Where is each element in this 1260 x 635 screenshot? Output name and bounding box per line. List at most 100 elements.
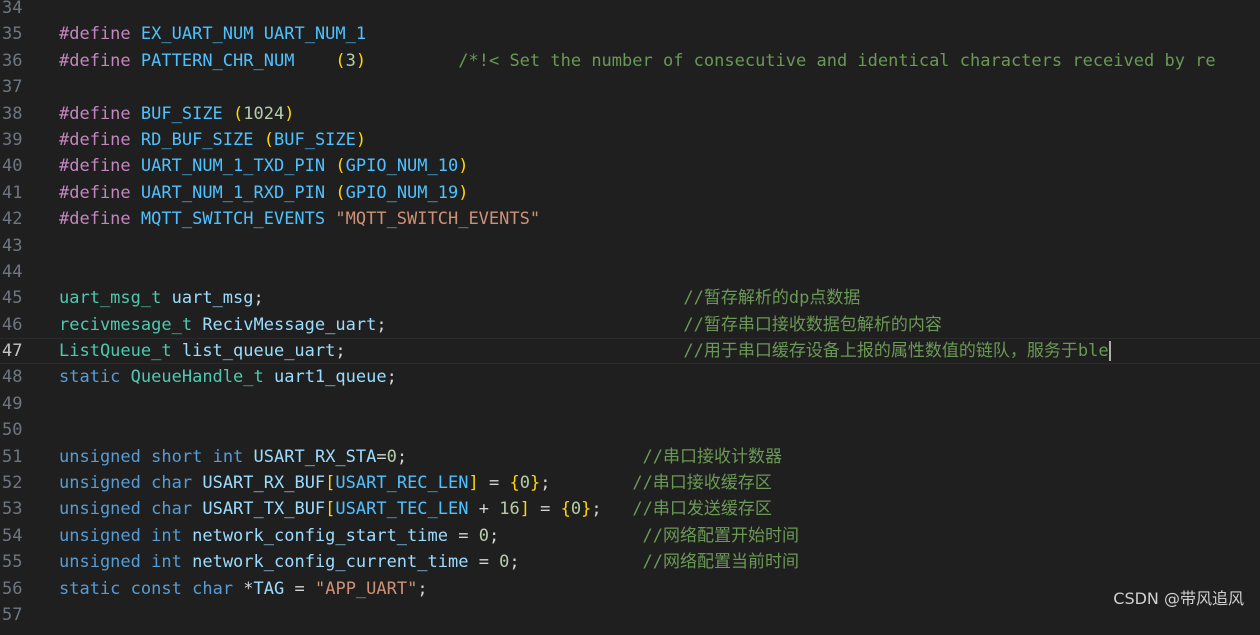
code-token: 16 bbox=[499, 499, 520, 520]
code-token: TAG bbox=[253, 578, 285, 599]
code-token: ; bbox=[509, 552, 643, 573]
code-token: + bbox=[468, 499, 500, 520]
code-token: //用于串口缓存设备上报的属性数值的链队，服务于ble bbox=[683, 341, 1109, 362]
code-token: USART_RX_STA bbox=[253, 446, 377, 467]
code-line-40[interactable]: 40 #define UART_NUM_1_TXD_PIN (GPIO_NUM_1… bbox=[0, 153, 1260, 179]
code-token: int bbox=[212, 446, 244, 467]
code-line-42[interactable]: 42 #define MQTT_SWITCH_EVENTS "MQTT_SWITC… bbox=[0, 206, 1260, 232]
code-token: ListQueue_t bbox=[59, 341, 172, 362]
code-token: = bbox=[468, 552, 500, 573]
code-text[interactable]: unsigned char USART_RX_BUF[USART_REC_LEN… bbox=[59, 470, 1260, 496]
code-line-37[interactable]: 37 bbox=[0, 74, 1260, 100]
code-token: BUF_SIZE bbox=[274, 129, 356, 150]
code-token: = bbox=[529, 499, 561, 520]
code-text[interactable]: unsigned int network_config_start_time =… bbox=[59, 523, 1260, 549]
code-line-56[interactable]: 56 static const char *TAG = "APP_UART"; bbox=[0, 576, 1260, 602]
code-token: list_queue_uart bbox=[181, 341, 336, 362]
code-text[interactable]: recivmesage_t RecivMessage_uart; //暂存串口接… bbox=[59, 312, 1260, 338]
code-token: ) bbox=[458, 182, 469, 203]
code-text[interactable]: #define EX_UART_NUM UART_NUM_1 bbox=[59, 21, 1260, 47]
code-token: #define bbox=[59, 24, 131, 45]
code-line-55[interactable]: 55 unsigned int network_config_current_ti… bbox=[0, 549, 1260, 575]
code-line-36[interactable]: 36 #define PATTERN_CHR_NUM (3) /*!< Set t… bbox=[0, 48, 1260, 74]
code-text[interactable]: static const char *TAG = "APP_UART"; bbox=[59, 576, 1260, 602]
line-number: 48 bbox=[2, 367, 23, 388]
code-editor[interactable]: 34 35 #define EX_UART_NUM UART_NUM_1 36 #def… bbox=[0, 0, 1260, 635]
code-token: = bbox=[447, 525, 479, 546]
line-number: 56 bbox=[2, 578, 23, 599]
code-token: ) bbox=[458, 156, 469, 177]
line-number: 41 bbox=[2, 182, 23, 203]
code-text[interactable]: unsigned char USART_TX_BUF[USART_TEC_LEN… bbox=[59, 496, 1260, 522]
code-token: //暂存解析的dp点数据 bbox=[683, 288, 861, 309]
code-token: static bbox=[59, 578, 121, 599]
code-line-46[interactable]: 46 recivmesage_t RecivMessage_uart; //暂存串… bbox=[0, 312, 1260, 338]
code-line-45[interactable]: 45 uart_msg_t uart_msg; //暂存解析的dp点数据 bbox=[0, 285, 1260, 311]
code-token: UART_NUM_1_TXD_PIN bbox=[140, 156, 326, 177]
code-token: [ bbox=[325, 499, 336, 520]
code-token: 0 bbox=[570, 499, 582, 520]
code-token: ; bbox=[591, 499, 633, 520]
code-token: uart_msg_t bbox=[59, 288, 162, 309]
code-line-53[interactable]: 53 unsigned char USART_TX_BUF[USART_TEC_L… bbox=[0, 496, 1260, 522]
code-token: const bbox=[130, 578, 182, 599]
code-token: ( bbox=[335, 182, 346, 203]
code-token: #define bbox=[59, 50, 131, 71]
code-token: ; bbox=[396, 446, 643, 467]
code-token: EX_UART_NUM bbox=[140, 24, 254, 45]
code-text[interactable]: #define UART_NUM_1_RXD_PIN (GPIO_NUM_19) bbox=[59, 180, 1260, 206]
code-line-51[interactable]: 51 unsigned short int USART_RX_STA=0; //串… bbox=[0, 444, 1260, 470]
code-line-43[interactable]: 43 bbox=[0, 233, 1260, 259]
code-token: "MQTT_SWITCH_EVENTS" bbox=[335, 209, 541, 230]
code-text[interactable]: #define PATTERN_CHR_NUM (3) /*!< Set the… bbox=[59, 48, 1260, 74]
code-line-35[interactable]: 35 #define EX_UART_NUM UART_NUM_1 bbox=[0, 21, 1260, 47]
code-text[interactable]: ListQueue_t list_queue_uart; //用于串口缓存设备上… bbox=[59, 339, 1260, 363]
code-token: #define bbox=[59, 209, 131, 230]
code-text[interactable]: #define MQTT_SWITCH_EVENTS "MQTT_SWITCH_… bbox=[59, 206, 1260, 232]
line-number: 47 bbox=[2, 341, 23, 362]
code-line-47[interactable]: 47 ListQueue_t list_queue_uart; //用于串口缓存设… bbox=[0, 338, 1260, 365]
code-line-49[interactable]: 49 bbox=[0, 391, 1260, 417]
line-number: 38 bbox=[2, 103, 23, 124]
line-number: 37 bbox=[2, 77, 23, 98]
code-token: network_config_start_time bbox=[192, 525, 448, 546]
code-text[interactable]: uart_msg_t uart_msg; //暂存解析的dp点数据 bbox=[59, 285, 1260, 311]
code-line-41[interactable]: 41 #define UART_NUM_1_RXD_PIN (GPIO_NUM_1… bbox=[0, 180, 1260, 206]
code-line-44[interactable]: 44 bbox=[0, 259, 1260, 285]
code-line-50[interactable]: 50 bbox=[0, 417, 1260, 443]
code-token: #define bbox=[59, 156, 131, 177]
code-line-38[interactable]: 38 #define BUF_SIZE (1024) bbox=[0, 101, 1260, 127]
code-token: int bbox=[151, 552, 182, 573]
code-text[interactable]: static QueueHandle_t uart1_queue; bbox=[59, 364, 1260, 390]
code-token: USART_TEC_LEN bbox=[335, 499, 469, 520]
code-line-52[interactable]: 52 unsigned char USART_RX_BUF[USART_REC_L… bbox=[0, 470, 1260, 496]
code-line-54[interactable]: 54 unsigned int network_config_start_time… bbox=[0, 523, 1260, 549]
code-text[interactable]: #define BUF_SIZE (1024) bbox=[59, 101, 1260, 127]
code-text[interactable]: unsigned int network_config_current_time… bbox=[59, 549, 1260, 575]
line-number: 54 bbox=[2, 525, 23, 546]
code-text[interactable]: #define RD_BUF_SIZE (BUF_SIZE) bbox=[59, 127, 1260, 153]
code-line-34[interactable]: 34 bbox=[0, 0, 1260, 21]
line-number: 39 bbox=[2, 129, 23, 150]
code-line-48[interactable]: 48 static QueueHandle_t uart1_queue; bbox=[0, 364, 1260, 390]
code-text[interactable]: unsigned short int USART_RX_STA=0; //串口接… bbox=[59, 444, 1260, 470]
code-token: int bbox=[151, 525, 182, 546]
code-line-57[interactable]: 57 bbox=[0, 602, 1260, 628]
code-text[interactable]: #define UART_NUM_1_TXD_PIN (GPIO_NUM_10) bbox=[59, 153, 1260, 179]
code-line-39[interactable]: 39 #define RD_BUF_SIZE (BUF_SIZE) bbox=[0, 127, 1260, 153]
code-token: ( bbox=[263, 129, 274, 150]
code-token: 0 bbox=[478, 525, 489, 546]
code-token: ) bbox=[284, 103, 295, 124]
